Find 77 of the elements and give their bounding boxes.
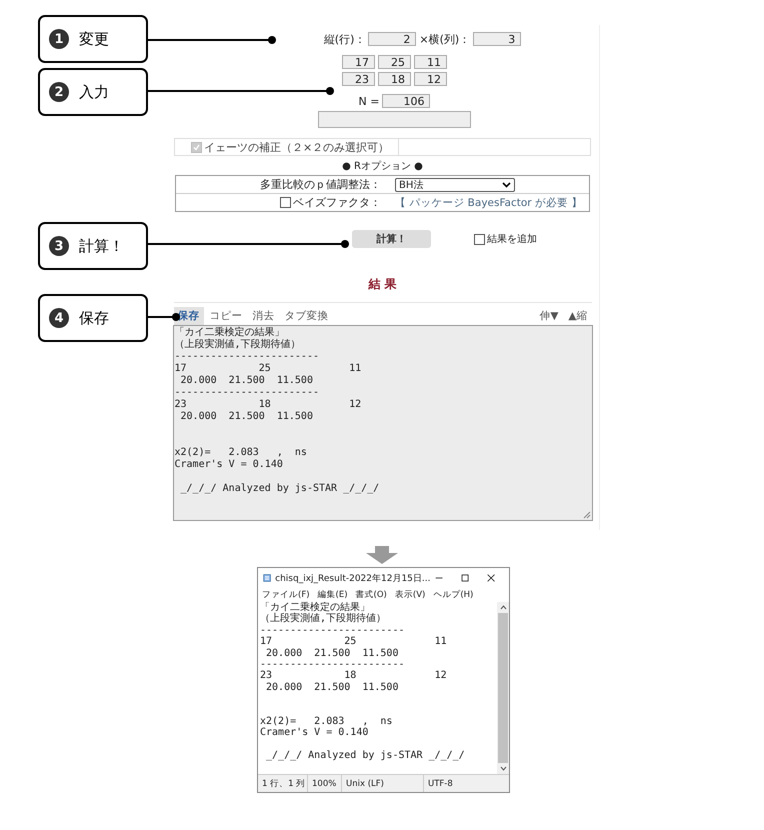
cols-input[interactable]: 3	[473, 32, 522, 46]
scrollbar[interactable]	[497, 602, 509, 774]
step-number: 2	[49, 82, 69, 102]
result-line: ------------------------	[174, 387, 319, 399]
document-line: （上段実測値,下段期待値）	[260, 613, 386, 625]
checkbox[interactable]	[280, 197, 291, 208]
document-line: 20.000 21.500 11.500	[265, 648, 398, 660]
notepad-icon	[263, 572, 272, 584]
n-label: N =	[358, 94, 380, 108]
checkbox[interactable]	[474, 234, 485, 244]
yates-label: イェーツの補正（２×２のみ選択可）	[204, 140, 390, 154]
result-line: 20.000 21.500 11.500	[180, 375, 313, 387]
result-line: 「カイ二乗検定の結果」	[174, 327, 284, 338]
results-heading: 結 果	[368, 276, 397, 293]
result-textarea[interactable]	[172, 325, 592, 521]
document-line: x2(2)= 2.083 , ns	[260, 716, 392, 728]
menu-item[interactable]: 編集(E)	[318, 589, 348, 601]
scroll-down-icon	[500, 766, 506, 771]
callout-label: 変更	[79, 30, 109, 48]
down-arrow-icon	[364, 546, 400, 564]
document-line: Cramer's V = 0.140	[260, 727, 368, 739]
scroll-up-icon	[500, 605, 506, 610]
cols-label: ×横(列)：	[419, 32, 470, 46]
document-line: ------------------------	[260, 624, 404, 636]
step-number: 1	[49, 29, 69, 49]
cell-input[interactable]: 18	[378, 72, 411, 86]
status-item: UTF-8	[427, 778, 453, 790]
result-line: x2(2)= 2.083 , ns	[174, 447, 307, 459]
result-line: ------------------------	[174, 351, 319, 363]
cell-input[interactable]: 12	[414, 72, 447, 86]
document-line: _/_/_/ Analyzed by js-STAR _/_/_/	[265, 750, 465, 762]
resize-button[interactable]: 伸▼	[535, 306, 562, 324]
step-number: 3	[49, 236, 69, 256]
status-item: 100%	[308, 775, 342, 792]
result-line: 17 25 11	[174, 363, 362, 375]
callout-label: 計算！	[79, 236, 124, 256]
menu-item[interactable]: 書式(O)	[356, 589, 387, 601]
requirement-note: 【 パッケージ BayesFactor が必要 】	[395, 196, 582, 210]
document-line: 23 18 12	[260, 670, 447, 682]
cell-input[interactable]: 11	[414, 55, 447, 69]
result-line: 23 18 12	[174, 399, 362, 411]
result-line: 20.000 21.500 11.500	[180, 411, 313, 423]
section-heading: ● Rオプション ●	[342, 160, 423, 174]
menu-item[interactable]: 表示(V)	[394, 589, 426, 601]
result-line: （上段実測値,下段期待値）	[174, 339, 301, 351]
cell-input[interactable]: 17	[342, 55, 375, 69]
document-line: 17 25 11	[260, 636, 447, 648]
method-dropdown[interactable]: BH法	[395, 178, 515, 192]
resize-grip-icon	[582, 511, 590, 519]
window-title: chisq_ixj_Result-2022年12月15日...	[275, 572, 430, 584]
callout-label: 入力	[79, 82, 109, 102]
append-label: 結果を追加	[487, 232, 537, 246]
document-line: ------------------------	[260, 659, 404, 670]
toolbar-tab[interactable]: タブ変換	[280, 306, 332, 324]
bayes-label: ベイズファクタ：	[293, 195, 381, 210]
result-line: _/_/_/ Analyzed by js-STAR _/_/_/	[180, 483, 380, 495]
menu-item[interactable]: ヘルプ(H)	[433, 589, 474, 601]
cell-input[interactable]: 23	[342, 72, 375, 86]
toolbar-tab[interactable]: コピー	[206, 306, 246, 324]
toolbar-tab[interactable]: 消去	[248, 306, 278, 324]
cell-input[interactable]: 25	[378, 55, 411, 69]
status-item: Unix (LF)	[342, 775, 424, 792]
chevron-icon	[502, 182, 511, 188]
document-line: 20.000 21.500 11.500	[265, 682, 398, 694]
close-icon[interactable]	[486, 572, 495, 584]
maximize-icon[interactable]	[460, 572, 469, 584]
resize-button[interactable]: ▲縮	[564, 306, 592, 324]
callout-label: 保存	[79, 308, 109, 328]
calculate-button[interactable]: 計算！	[352, 230, 431, 248]
rows-input[interactable]: 2	[368, 32, 416, 46]
status-item: 1 行、1 列	[258, 775, 308, 792]
p-adjust-label: 多重比較のｐ値調整法：	[260, 177, 381, 192]
n-input[interactable]: 106	[382, 94, 430, 108]
menu-item[interactable]: ファイル(F)	[262, 589, 310, 601]
step-number: 4	[49, 308, 69, 328]
result-line: Cramer's V = 0.140	[174, 459, 283, 471]
rows-label: 縦(行)：	[324, 32, 366, 46]
